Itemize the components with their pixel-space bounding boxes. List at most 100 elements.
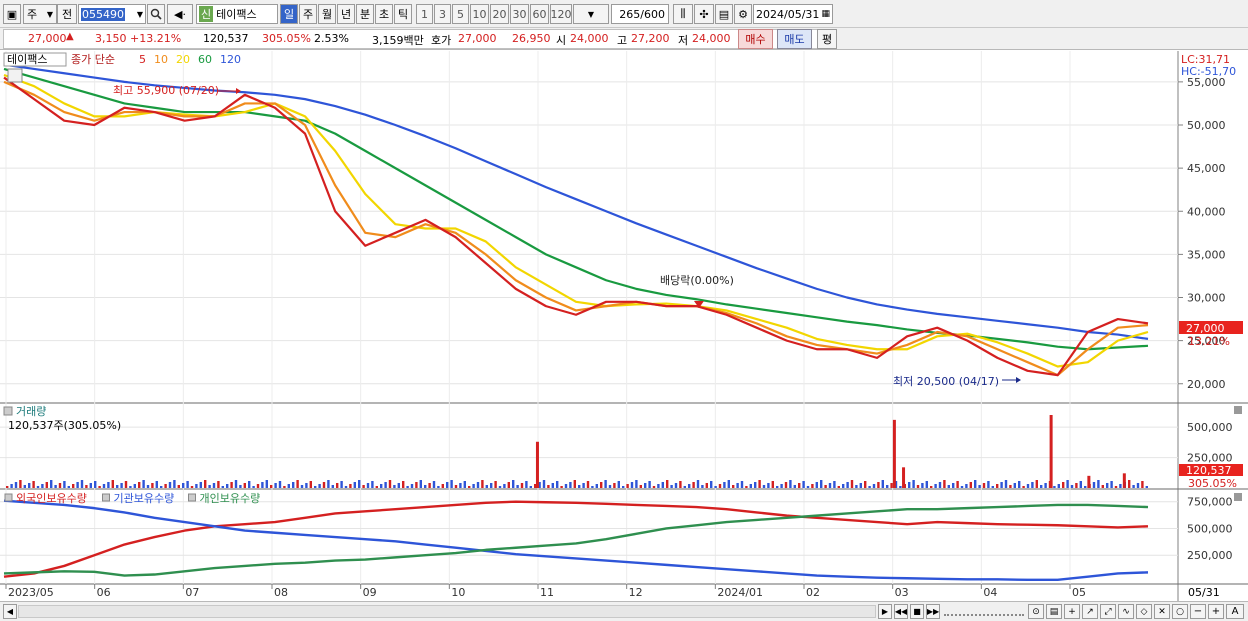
- minute-tab-30[interactable]: 30: [510, 4, 529, 24]
- volume-bar: [371, 481, 374, 488]
- draw-line-icon[interactable]: ↗: [1082, 604, 1098, 619]
- stock-tag: 테이팩스: [7, 53, 47, 66]
- period-tab-4[interactable]: 분: [356, 4, 374, 24]
- first-page-icon[interactable]: ◀◀: [894, 604, 908, 619]
- scroll-left-icon[interactable]: ◀: [3, 604, 17, 619]
- prev-button[interactable]: 전: [57, 4, 77, 24]
- period-tab-1[interactable]: 주: [299, 4, 317, 24]
- minute-tab-60[interactable]: 60: [530, 4, 549, 24]
- chart-type-icon[interactable]: ▤: [1046, 604, 1062, 619]
- volume-bar: [595, 484, 598, 488]
- period-tab-0[interactable]: 일: [280, 4, 298, 24]
- calc-icon[interactable]: [7, 68, 23, 83]
- toolbar: ▣ 주 ▼ 전 055490 ▼ ◀· 신 테이팩스 ▼ 265/600 ⫼ ✣ ▤…: [0, 0, 1248, 28]
- volume-bar: [182, 483, 185, 488]
- period-tab-6[interactable]: 틱: [394, 4, 412, 24]
- crosshair-icon[interactable]: +: [1064, 604, 1080, 619]
- minute-tab-1[interactable]: 1: [416, 4, 433, 24]
- save-icon[interactable]: ▤: [715, 4, 733, 24]
- minute-tab-3[interactable]: 3: [434, 4, 451, 24]
- stop-icon[interactable]: ■: [910, 604, 924, 619]
- last-page-icon[interactable]: ▶▶: [926, 604, 940, 619]
- zoom-out-icon[interactable]: −: [1190, 604, 1206, 619]
- volume-bar: [551, 483, 554, 488]
- volume-bar: [696, 480, 700, 488]
- volume-value: 120,537: [203, 32, 249, 45]
- crosshair-icon[interactable]: ✣: [694, 4, 714, 24]
- period-tab-3[interactable]: 년: [337, 4, 355, 24]
- volume-bar: [692, 482, 695, 488]
- volume-bar: [661, 482, 664, 488]
- period-tab-5[interactable]: 초: [375, 4, 393, 24]
- search-icon[interactable]: [147, 4, 165, 24]
- volume-bar: [402, 481, 405, 488]
- minute-tab-10[interactable]: 10: [470, 4, 489, 24]
- volume-bar: [784, 482, 788, 488]
- chart-settings-icon[interactable]: ▣: [3, 4, 21, 24]
- interval-dropdown[interactable]: ▼: [573, 4, 609, 24]
- volume-bar: [1075, 483, 1078, 488]
- trend-icon[interactable]: ⤢: [1100, 604, 1116, 619]
- volume-bar: [446, 482, 449, 488]
- minute-tab-20[interactable]: 20: [490, 4, 509, 24]
- volume-bar: [1026, 484, 1030, 488]
- zoom-slider[interactable]: [944, 608, 1024, 616]
- holdings-close-icon[interactable]: [1234, 493, 1242, 501]
- candle-icon[interactable]: ⫼: [673, 4, 693, 24]
- volume-bar: [50, 480, 53, 488]
- current-price: 27,000: [28, 32, 67, 45]
- ma-legend-10: 10: [154, 53, 168, 66]
- chart-area[interactable]: 55,000 50,000 45,000 40,000 35,000 30,000 25,0…: [0, 51, 1248, 601]
- volume-panel-icon[interactable]: [3, 406, 13, 416]
- volume-bar: [459, 483, 462, 488]
- volume-bar: [617, 481, 620, 488]
- hc-label: HC:-51,70: [1181, 65, 1236, 78]
- turnover-rate: 2.53%: [314, 32, 349, 45]
- volume-bar: [36, 486, 40, 488]
- wave-icon[interactable]: ∿: [1118, 604, 1134, 619]
- sell-button[interactable]: 매도: [777, 29, 812, 49]
- price-tick-label: 40,000: [1187, 205, 1226, 218]
- price-tick-label: 30,000: [1187, 292, 1226, 305]
- volume-bar: [32, 481, 35, 488]
- stock-name-field[interactable]: 신 테이팩스: [196, 4, 278, 24]
- font-size-icon[interactable]: A: [1226, 604, 1244, 619]
- date-label: 12: [629, 586, 643, 599]
- eval-button[interactable]: 평: [817, 29, 837, 49]
- holdings-tick-label: 750,000: [1187, 496, 1233, 509]
- volume-bar: [820, 480, 823, 488]
- price-tick-label: 45,000: [1187, 162, 1226, 175]
- zoom-in-icon[interactable]: +: [1208, 604, 1224, 619]
- stock-code-input[interactable]: 055490 ▼: [78, 4, 146, 24]
- volume-bar: [560, 486, 563, 488]
- volume-bar: [296, 480, 299, 488]
- volume-close-icon[interactable]: [1234, 406, 1242, 414]
- buy-button[interactable]: 매수: [738, 29, 773, 49]
- date-field[interactable]: 2024/05/31 ▦: [753, 4, 833, 24]
- minute-tab-120[interactable]: 120: [550, 4, 572, 24]
- ma-legend-120: 120: [220, 53, 241, 66]
- volume-bar: [353, 482, 356, 488]
- scroll-track[interactable]: [18, 605, 876, 618]
- volume-bar: [151, 483, 154, 488]
- stock-chart[interactable]: 55,00050,00045,00040,00035,00030,00025,0…: [0, 51, 1248, 601]
- search-icon[interactable]: ○: [1172, 604, 1188, 619]
- period-tab-2[interactable]: 월: [318, 4, 336, 24]
- volume-bar: [947, 485, 950, 488]
- gear-icon[interactable]: ⚙: [734, 4, 752, 24]
- shape-icon[interactable]: ◇: [1136, 604, 1152, 619]
- zoom-reset-icon[interactable]: ⊙: [1028, 604, 1044, 619]
- high-annotation: 최고 55,900 (07/20): [113, 84, 219, 97]
- mode-select[interactable]: 주 ▼: [23, 4, 57, 24]
- volume-bar: [960, 486, 964, 488]
- bar-count-field[interactable]: 265/600: [611, 4, 669, 24]
- volume-bar: [732, 485, 735, 488]
- minute-tab-5[interactable]: 5: [452, 4, 469, 24]
- volume-bar: [683, 486, 686, 488]
- scroll-right-icon[interactable]: ▶: [878, 604, 892, 619]
- holdings-legend-box: [4, 493, 13, 502]
- sound-icon[interactable]: ◀·: [167, 4, 193, 24]
- volume-bar: [1119, 484, 1122, 488]
- delete-drawing-icon[interactable]: ✕: [1154, 604, 1170, 619]
- volume-bar: [701, 485, 704, 488]
